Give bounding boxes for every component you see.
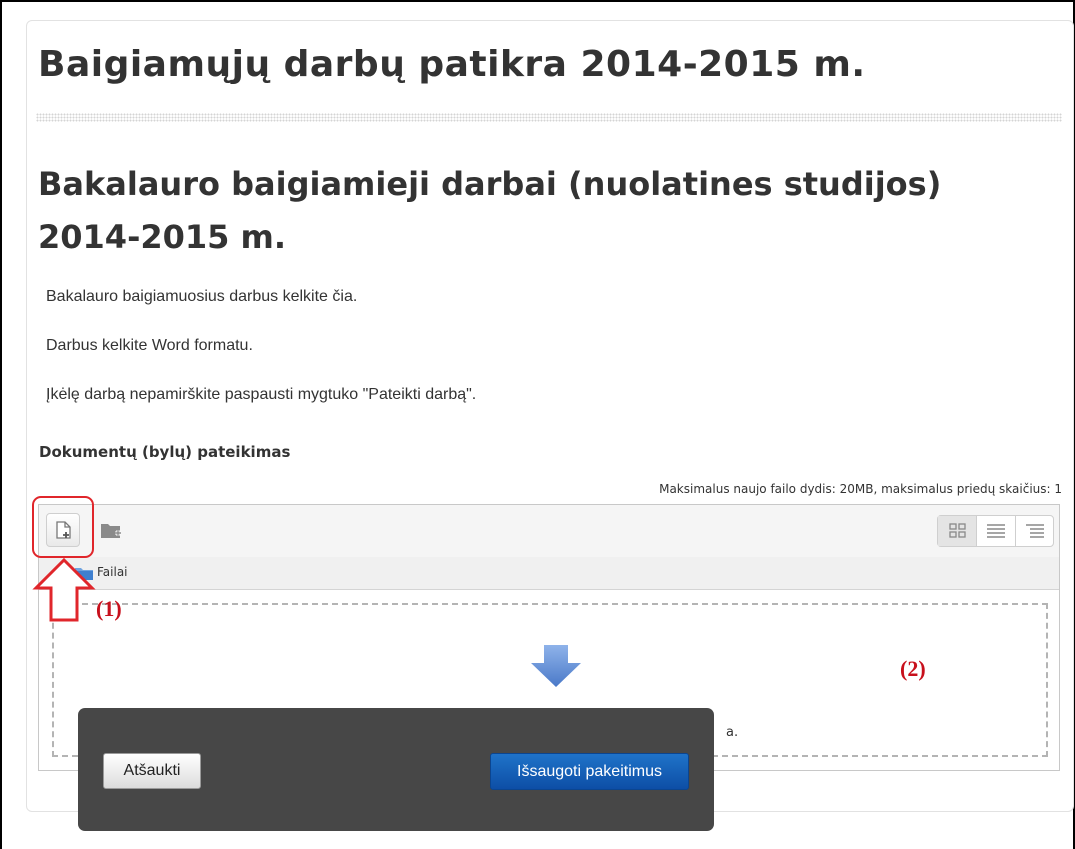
tree-view-button[interactable]: [1016, 516, 1055, 546]
window-border-top: [0, 0, 1075, 2]
page-title: Baigiamųjų darbų patikra 2014-2015 m.: [38, 44, 866, 85]
save-changes-button[interactable]: Išsaugoti pakeitimus: [490, 753, 689, 790]
cancel-button[interactable]: Atšaukti: [103, 753, 201, 789]
annotation-marker-2: (2): [900, 656, 926, 681]
download-arrow-icon: [531, 645, 581, 687]
window-border-left: [0, 0, 2, 849]
create-folder-button[interactable]: [94, 513, 128, 547]
submission-section-label: Dokumentų (bylų) pateikimas: [39, 443, 291, 461]
dotted-divider: [36, 113, 1062, 122]
tree-view-icon: [1026, 524, 1044, 538]
annotation-highlight-box: [32, 496, 94, 558]
instruction-paragraph: Bakalauro baigiamuosius darbus kelkite č…: [46, 288, 358, 305]
list-view-button[interactable]: [977, 516, 1016, 546]
file-path-bar: Failai: [39, 557, 1059, 590]
create-folder-icon: [101, 524, 121, 538]
view-mode-toggle: [937, 515, 1054, 547]
instruction-paragraph: Darbus kelkite Word formatu.: [46, 337, 253, 354]
list-view-icon: [987, 524, 1005, 538]
path-label[interactable]: Failai: [97, 565, 128, 579]
grid-view-icon: [949, 523, 966, 538]
instruction-paragraph: Įkėlę darbą nepamirškite paspausti mygtu…: [46, 386, 477, 403]
upload-limits-text: Maksimalus naujo failo dydis: 20MB, maks…: [659, 482, 1062, 496]
annotation-marker-1: (1): [96, 596, 122, 621]
assignment-title: Bakalauro baigiamieji darbai (nuolatines…: [38, 165, 942, 256]
unsaved-changes-dialog: Atšaukti Išsaugoti pakeitimus: [78, 708, 714, 831]
file-manager-toolbar: [39, 505, 1059, 558]
dropzone-text: a.: [726, 725, 739, 740]
annotation-arrow-icon: [32, 557, 96, 622]
grid-view-button[interactable]: [938, 516, 977, 546]
